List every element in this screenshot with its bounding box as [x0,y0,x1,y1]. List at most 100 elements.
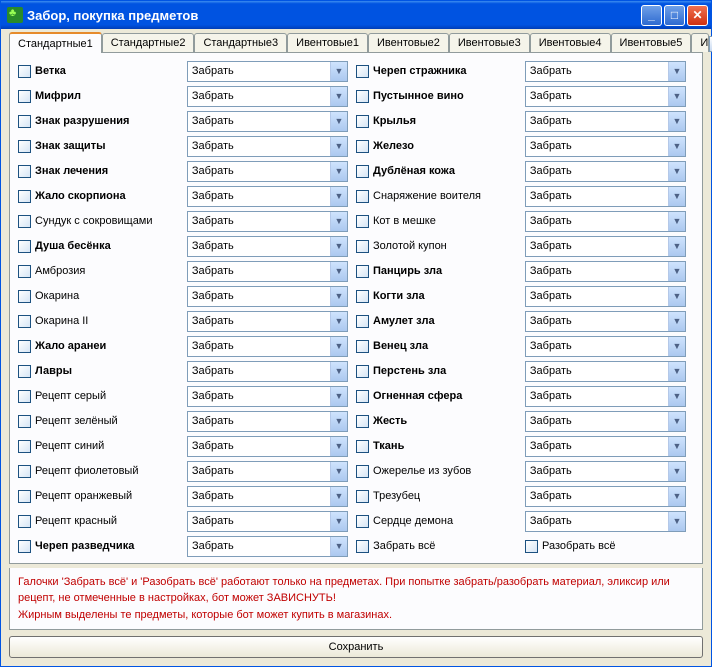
disasm-all-checkbox[interactable] [525,540,538,553]
chevron-down-icon: ▼ [668,187,685,206]
item-checkbox[interactable] [18,265,31,278]
action-select[interactable]: Забрать▼ [525,386,686,407]
action-select[interactable]: Забрать▼ [525,311,686,332]
action-select[interactable]: Забрать▼ [525,61,686,82]
item-checkbox[interactable] [356,215,369,228]
item-checkbox[interactable] [18,290,31,303]
item-row: АмброзияЗабрать▼Панцирь злаЗабрать▼ [18,259,694,284]
save-button[interactable]: Сохранить [9,636,703,658]
item-checkbox[interactable] [18,365,31,378]
titlebar[interactable]: Забор, покупка предметов _ □ ✕ [1,1,711,29]
action-select[interactable]: Забрать▼ [525,361,686,382]
action-select[interactable]: Забрать▼ [525,186,686,207]
item-label: Дублёная кожа [373,165,455,177]
tab-std3[interactable]: Стандартные3 [194,33,287,52]
action-select[interactable]: Забрать▼ [525,136,686,157]
item-checkbox[interactable] [18,165,31,178]
action-select[interactable]: Забрать▼ [187,361,348,382]
item-label: Лавры [35,365,72,377]
item-checkbox[interactable] [356,140,369,153]
item-checkbox[interactable] [356,165,369,178]
item-checkbox[interactable] [18,490,31,503]
item-checkbox[interactable] [18,140,31,153]
action-select[interactable]: Забрать▼ [187,311,348,332]
action-select[interactable]: Забрать▼ [187,536,348,557]
action-select[interactable]: Забрать▼ [187,236,348,257]
item-checkbox[interactable] [18,115,31,128]
action-select[interactable]: Забрать▼ [187,161,348,182]
item-checkbox[interactable] [18,240,31,253]
item-checkbox[interactable] [18,190,31,203]
action-select[interactable]: Забрать▼ [187,336,348,357]
item-checkbox[interactable] [356,115,369,128]
action-select[interactable]: Забрать▼ [525,161,686,182]
item-checkbox[interactable] [18,315,31,328]
action-select[interactable]: Забрать▼ [525,261,686,282]
tab-evt1[interactable]: Ивентовые1 [287,33,368,52]
item-checkbox[interactable] [356,65,369,78]
item-checkbox[interactable] [356,515,369,528]
tab-evt3[interactable]: Ивентовые3 [449,33,530,52]
item-checkbox[interactable] [18,515,31,528]
item-checkbox[interactable] [18,415,31,428]
action-select[interactable]: Забрать▼ [525,486,686,507]
action-select[interactable]: Забрать▼ [187,136,348,157]
item-checkbox[interactable] [356,365,369,378]
action-select[interactable]: Забрать▼ [187,386,348,407]
item-checkbox[interactable] [18,440,31,453]
item-checkbox[interactable] [356,265,369,278]
item-checkbox[interactable] [18,390,31,403]
item-checkbox[interactable] [356,415,369,428]
item-checkbox[interactable] [356,240,369,253]
item-checkbox[interactable] [18,340,31,353]
item-checkbox[interactable] [18,215,31,228]
item-checkbox[interactable] [356,90,369,103]
action-select[interactable]: Забрать▼ [187,286,348,307]
minimize-button[interactable]: _ [641,5,662,26]
action-select[interactable]: Забрать▼ [525,511,686,532]
take-all-checkbox[interactable] [356,540,369,553]
action-select[interactable]: Забрать▼ [187,111,348,132]
action-select[interactable]: Забрать▼ [525,411,686,432]
item-label: Крылья [373,115,416,127]
action-select[interactable]: Забрать▼ [187,186,348,207]
item-checkbox[interactable] [356,290,369,303]
tab-std1[interactable]: Стандартные1 [9,32,102,53]
tab-evt5[interactable]: Ивентовые5 [611,33,692,52]
item-checkbox[interactable] [356,440,369,453]
item-checkbox[interactable] [356,315,369,328]
action-select[interactable]: Забрать▼ [187,211,348,232]
close-button[interactable]: ✕ [687,5,708,26]
item-checkbox[interactable] [18,540,31,553]
item-label: Трезубец [373,490,420,502]
action-select[interactable]: Забрать▼ [525,236,686,257]
action-select[interactable]: Забрать▼ [525,461,686,482]
action-select[interactable]: Забрать▼ [525,286,686,307]
item-checkbox[interactable] [18,65,31,78]
maximize-button[interactable]: □ [664,5,685,26]
action-select[interactable]: Забрать▼ [187,511,348,532]
item-checkbox[interactable] [356,190,369,203]
tab-std2[interactable]: Стандартные2 [102,33,195,52]
action-select[interactable]: Забрать▼ [187,436,348,457]
action-select[interactable]: Забрать▼ [187,61,348,82]
action-select[interactable]: Забрать▼ [187,261,348,282]
tab-evt6[interactable]: Ивентовые6 [691,33,709,52]
item-checkbox[interactable] [18,90,31,103]
item-checkbox[interactable] [18,465,31,478]
action-select[interactable]: Забрать▼ [187,461,348,482]
action-select[interactable]: Забрать▼ [525,211,686,232]
action-select[interactable]: Забрать▼ [525,436,686,457]
item-checkbox[interactable] [356,340,369,353]
item-checkbox[interactable] [356,465,369,478]
tab-evt4[interactable]: Ивентовые4 [530,33,611,52]
tab-evt2[interactable]: Ивентовые2 [368,33,449,52]
item-checkbox[interactable] [356,490,369,503]
action-select[interactable]: Забрать▼ [187,411,348,432]
action-select[interactable]: Забрать▼ [187,486,348,507]
action-select[interactable]: Забрать▼ [525,86,686,107]
item-checkbox[interactable] [356,390,369,403]
action-select[interactable]: Забрать▼ [187,86,348,107]
action-select[interactable]: Забрать▼ [525,336,686,357]
action-select[interactable]: Забрать▼ [525,111,686,132]
